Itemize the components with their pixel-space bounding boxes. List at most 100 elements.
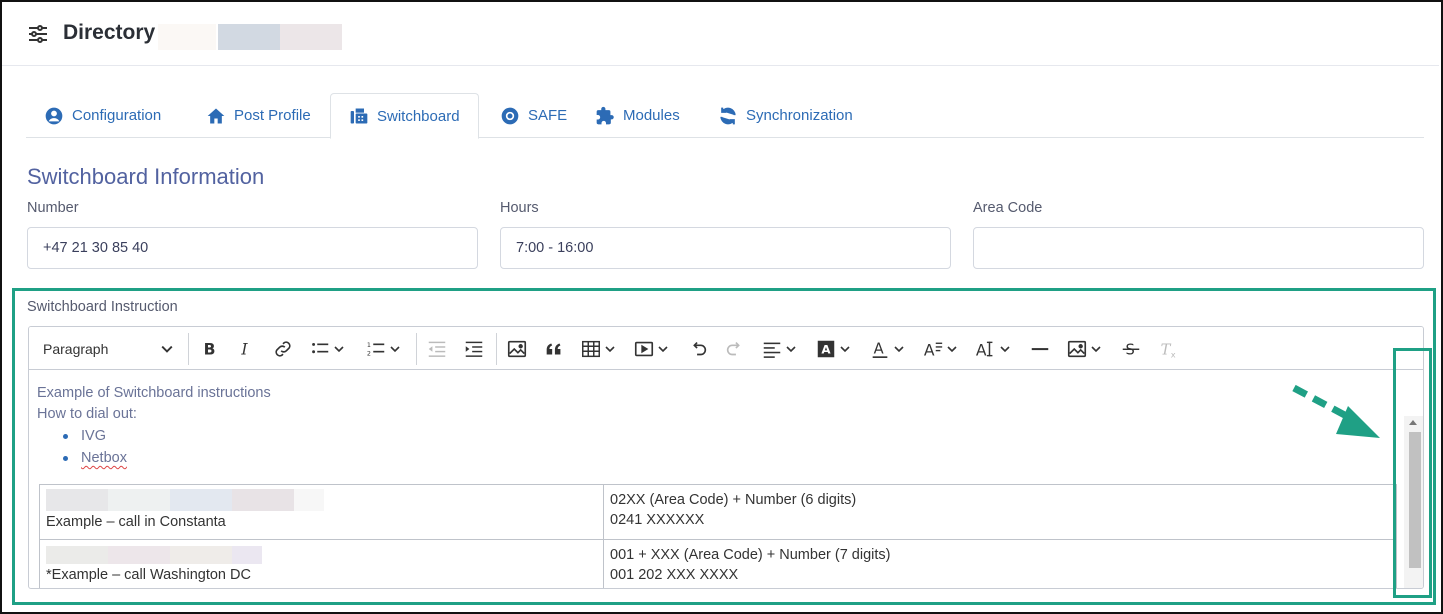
scrollbar-highlight-box xyxy=(1393,348,1432,598)
media-icon xyxy=(634,341,654,357)
bulleted-list-button[interactable] xyxy=(309,336,344,362)
hours-field[interactable] xyxy=(500,227,951,269)
svg-text:I: I xyxy=(240,341,248,359)
image-icon xyxy=(507,340,527,358)
font-family-icon: A xyxy=(924,341,943,359)
outdent-button[interactable] xyxy=(426,336,448,362)
align-left-icon xyxy=(763,342,781,358)
link-button[interactable] xyxy=(272,336,294,362)
instructions-table: Example – call in Constanta 02XX (Area C… xyxy=(39,484,1397,588)
sync-icon xyxy=(720,107,736,124)
area-code-label: Area Code xyxy=(973,200,1043,216)
chevron-down-icon xyxy=(161,345,173,353)
puzzle-icon xyxy=(596,106,614,124)
page-header: Directory xyxy=(2,2,1439,66)
chevron-down-icon[interactable] xyxy=(1091,344,1101,354)
rich-text-editor[interactable]: Paragraph B I 12 A A A A T x Example of … xyxy=(28,326,1424,589)
tab-modules[interactable]: Modules xyxy=(595,93,680,138)
table-cell-text: 001 + XXX (Area Code) + Number (7 digits… xyxy=(610,547,891,563)
editor-content[interactable]: Example of Switchboard instructions How … xyxy=(29,371,1423,588)
chevron-down-icon[interactable] xyxy=(1000,344,1010,354)
bold-button[interactable]: B xyxy=(199,336,221,362)
strikethrough-button[interactable]: S xyxy=(1120,336,1142,362)
sliders-icon[interactable] xyxy=(26,22,50,46)
insert-image-button[interactable] xyxy=(506,336,528,362)
svg-text:A: A xyxy=(874,341,884,358)
table-cell[interactable]: Example – call in Constanta xyxy=(39,484,604,540)
chevron-down-icon[interactable] xyxy=(390,344,400,354)
number-field[interactable] xyxy=(27,227,478,269)
chevron-down-icon[interactable] xyxy=(658,344,668,354)
blockquote-button[interactable] xyxy=(543,336,565,362)
font-size-button[interactable]: A xyxy=(975,336,1010,362)
table-cell-text: 02XX (Area Code) + Number (6 digits) xyxy=(610,492,857,508)
table-cell[interactable]: 02XX (Area Code) + Number (6 digits) 024… xyxy=(603,484,1397,540)
chevron-down-icon[interactable] xyxy=(840,344,850,354)
chevron-down-icon[interactable] xyxy=(334,344,344,354)
svg-text:A: A xyxy=(821,343,831,357)
indent-button[interactable] xyxy=(463,336,485,362)
table-row: Example – call in Constanta 02XX (Area C… xyxy=(39,484,1397,540)
insert-table-button[interactable] xyxy=(580,336,615,362)
tab-synchronization[interactable]: Synchronization xyxy=(718,93,853,138)
pointer-arrow-icon xyxy=(1292,384,1380,438)
redacted-block xyxy=(158,24,216,50)
section-title: Switchboard Information xyxy=(27,164,265,189)
font-color-icon: A xyxy=(872,341,888,358)
svg-text:B: B xyxy=(204,341,216,359)
horizontal-line-button[interactable] xyxy=(1029,336,1051,362)
redo-button[interactable] xyxy=(724,336,746,362)
redacted-block xyxy=(46,489,597,511)
content-line: Example of Switchboard instructions xyxy=(37,385,271,401)
numbered-list-button[interactable]: 12 xyxy=(365,336,400,362)
svg-text:x: x xyxy=(1171,349,1176,359)
image-upload-icon xyxy=(1067,340,1087,358)
area-code-field[interactable] xyxy=(973,227,1424,269)
bold-icon: B xyxy=(204,341,216,359)
bulleted-list-icon xyxy=(312,342,329,354)
content-line: How to dial out: xyxy=(37,406,137,422)
image-upload-button[interactable] xyxy=(1066,336,1101,362)
font-color-button[interactable]: A xyxy=(869,336,904,362)
svg-text:A: A xyxy=(976,341,987,359)
home-icon xyxy=(207,108,225,123)
redacted-block xyxy=(280,24,342,50)
tab-bar: Configuration Post Profile Switchboard S… xyxy=(26,93,1424,139)
editor-toolbar: Paragraph B I 12 A A A A T x xyxy=(29,327,1423,370)
number-label: Number xyxy=(27,200,79,216)
table-cell[interactable]: 001 + XXX (Area Code) + Number (7 digits… xyxy=(603,539,1397,588)
quote-icon xyxy=(546,343,561,355)
redacted-block xyxy=(46,546,597,564)
hours-label: Hours xyxy=(500,200,539,216)
background-color-button[interactable]: A xyxy=(815,336,850,362)
table-row: *Example – call Washington DC 001 + XXX … xyxy=(39,539,1397,588)
user-circle-icon xyxy=(45,107,63,124)
chevron-down-icon[interactable] xyxy=(605,344,615,354)
horizontal-line-icon xyxy=(1031,348,1049,351)
tab-configuration[interactable]: Configuration xyxy=(44,93,161,138)
chevron-down-icon[interactable] xyxy=(786,344,796,354)
tab-switchboard[interactable]: Switchboard xyxy=(330,93,479,139)
insert-media-button[interactable] xyxy=(633,336,668,362)
italic-button[interactable]: I xyxy=(235,336,257,362)
remove-format-button[interactable]: Tx xyxy=(1157,336,1179,362)
list-item: Netbox xyxy=(81,450,127,466)
chevron-down-icon[interactable] xyxy=(894,344,904,354)
tab-safe[interactable]: SAFE xyxy=(500,93,567,138)
chevron-down-icon[interactable] xyxy=(947,344,957,354)
table-cell[interactable]: *Example – call Washington DC xyxy=(39,539,604,588)
font-size-icon: A xyxy=(976,341,993,359)
strikethrough-icon: S xyxy=(1122,342,1140,359)
list-item: IVG xyxy=(81,428,106,444)
table-cell-text: 001 202 XXX XXXX xyxy=(610,567,739,583)
undo-button[interactable] xyxy=(687,336,709,362)
table-icon xyxy=(582,340,600,358)
block-format-select[interactable]: Paragraph xyxy=(37,336,179,362)
align-button[interactable] xyxy=(761,336,796,362)
table-cell-text: *Example – call Washington DC xyxy=(46,567,251,583)
bullet-dot xyxy=(63,456,68,461)
tab-post-profile[interactable]: Post Profile xyxy=(206,93,311,138)
bullet-dot xyxy=(63,434,68,439)
table-cell-text: Example – call in Constanta xyxy=(46,514,226,530)
font-family-button[interactable]: A xyxy=(922,336,957,362)
